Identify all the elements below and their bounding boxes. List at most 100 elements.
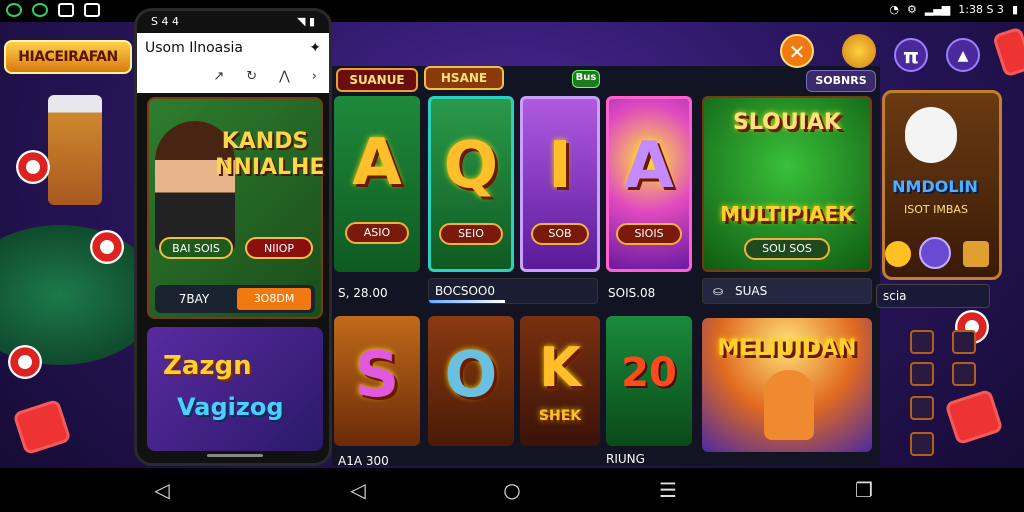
up-button[interactable]: ▲ <box>946 38 980 72</box>
wifi-hotspot-icon <box>6 3 22 17</box>
row1-right-value: SOIS.08 <box>608 286 656 300</box>
progress-fill <box>429 300 505 303</box>
wifi-icon: ◔ <box>889 3 899 16</box>
feature-game-tile[interactable]: SLOUIAK MULTIPIAEK SOU SOS <box>702 96 872 272</box>
close-icon[interactable]: ✕ <box>780 34 814 68</box>
beer-mug <box>48 95 102 205</box>
game-title: KANDS NNIALHE <box>215 129 325 180</box>
card-bottom-bar: 7BAY 3O8DM <box>155 285 315 313</box>
feature-title: SLOUIAK <box>733 110 841 135</box>
slot-tile[interactable]: I SOB <box>520 96 600 272</box>
status-badge: Bus <box>572 70 600 88</box>
slot-symbol: S <box>354 338 400 411</box>
phone-header-title: Usom Ilnoasia <box>145 40 243 56</box>
card-info-button[interactable]: NIIOP <box>245 237 313 259</box>
pi-button[interactable]: π <box>894 38 928 72</box>
card-bar-label: 7BAY <box>178 292 210 306</box>
right-game-card[interactable]: NMDOLIN ISOT IMBAS <box>882 90 1002 280</box>
feature-footer-label: SUAS <box>735 284 768 298</box>
back-icon[interactable]: ◁ <box>150 479 174 501</box>
dice-icon <box>991 26 1024 78</box>
mascot-image <box>905 107 957 163</box>
phone-header: Usom Ilnoasia ✦ <box>137 33 329 63</box>
coin-icon <box>885 241 911 267</box>
battery-icon: ▮ <box>1011 3 1018 16</box>
more-icon[interactable]: ⋀ <box>279 69 290 87</box>
slot-tile[interactable]: O <box>428 316 514 446</box>
slot-symbol: K <box>539 336 581 399</box>
progress-label: BOCSOO0 <box>435 284 495 298</box>
tool-icon[interactable] <box>910 432 934 456</box>
settings-icon: ⚙ <box>906 3 917 16</box>
background-logo: HIACEIRAFAN <box>4 40 132 74</box>
right-card-subtitle: ISOT IMBAS <box>904 203 968 216</box>
feature-button[interactable]: SOU SOS <box>744 238 830 260</box>
slot-button[interactable]: SEIO <box>439 223 503 245</box>
slot-tile[interactable]: S <box>334 316 420 446</box>
right-field[interactable]: scia <box>876 284 990 308</box>
feature-game-tile[interactable]: MELIUIDAN <box>702 318 872 452</box>
slot-tile[interactable]: Q SEIO <box>428 96 514 272</box>
tool-icon[interactable] <box>952 362 976 386</box>
slot-button[interactable]: ASIO <box>345 222 409 244</box>
progress-bar: BOCSOO0 <box>428 278 598 304</box>
feature-footer-bar: ⛀ SUAS <box>702 278 872 304</box>
star-icon[interactable]: ✦ <box>309 40 321 56</box>
row2-right-value: RIUNG <box>606 452 645 466</box>
card-bet-button[interactable]: 3O8DM <box>237 288 311 310</box>
whatsapp-icon <box>32 3 48 17</box>
share-icon[interactable]: ↗ <box>213 69 224 87</box>
feature-subtitle: MULTIPIAEK <box>720 202 854 226</box>
coin-icon[interactable] <box>842 34 876 68</box>
phone-home-indicator <box>207 454 263 457</box>
forward-icon[interactable]: › <box>312 69 317 87</box>
feature-footer-icon: ⛀ <box>713 284 724 298</box>
slot-tile[interactable]: 20 <box>606 316 692 446</box>
slot-button[interactable]: SIOIS <box>616 223 682 245</box>
phone-signal-icon: ◥ ▮ <box>296 15 315 28</box>
tool-icon[interactable] <box>910 396 934 420</box>
screen: ◔ ⚙ ▂▄▆ 1:38 S 3 ▮ HIACEIRAFAN S 4 4 ◥ ▮… <box>0 0 1024 512</box>
game-card-featured[interactable]: KANDS NNIALHE BAI SOIS NIIOP 7BAY 3O8DM <box>147 97 325 319</box>
slot-symbol: 20 <box>621 350 677 396</box>
phone-mockup: S 4 4 ◥ ▮ Usom Ilnoasia ✦ ↗ ↻ ⋀ › KANDS … <box>134 8 332 466</box>
top-right-label[interactable]: SOBNRS <box>806 70 876 92</box>
keyboard-icon <box>84 3 100 17</box>
refresh-icon[interactable]: ↻ <box>246 69 257 87</box>
gallery-icon <box>58 3 74 17</box>
slot-symbol: O <box>444 338 498 411</box>
slots-grid: SUANUE HSANE Bus SOBNRS A ASIO Q SEIO I … <box>332 66 880 468</box>
game-card-secondary[interactable]: Zazgn Vagizog <box>147 327 323 451</box>
slot-tile[interactable]: A ASIO <box>334 96 420 272</box>
slot-symbol: A <box>624 129 674 203</box>
system-nav-bar: ◁ ◁ ○ ☰ ❐ <box>0 468 1024 512</box>
game2-title-line2: Vagizog <box>177 393 284 421</box>
chip-icon <box>8 345 42 379</box>
chest-icon <box>963 241 989 267</box>
slot-symbol: I <box>548 129 572 203</box>
tool-icon[interactable] <box>910 330 934 354</box>
feature2-title: MELIUIDAN <box>717 336 857 361</box>
back-icon[interactable]: ◁ <box>346 479 370 501</box>
menu-icon[interactable]: ☰ <box>656 479 680 501</box>
dice-icon <box>12 398 72 456</box>
slot-symbol: Q <box>443 129 499 203</box>
slot-tile[interactable]: K SHEK <box>520 316 600 446</box>
chip-icon <box>90 230 124 264</box>
game2-title-line1: Zazgn <box>163 351 252 381</box>
tool-icon[interactable] <box>910 362 934 386</box>
slot-caption: SHEK <box>538 408 582 424</box>
slot-button[interactable]: SOB <box>531 223 589 245</box>
card-play-button[interactable]: BAI SOIS <box>159 237 233 259</box>
signal-icon: ▂▄▆ <box>924 3 951 16</box>
recents-icon[interactable]: ❐ <box>852 479 876 501</box>
slot-tile[interactable]: A SIOIS <box>606 96 692 272</box>
token-icon <box>919 237 951 269</box>
tab-second[interactable]: HSANE <box>424 66 504 90</box>
tool-icon[interactable] <box>952 330 976 354</box>
row1-left-value: S, 28.00 <box>338 286 388 300</box>
phone-status-text: S 4 4 <box>151 15 179 28</box>
home-icon[interactable]: ○ <box>500 479 524 501</box>
slot-symbol: A <box>352 126 402 200</box>
tab-first[interactable]: SUANUE <box>336 68 418 92</box>
